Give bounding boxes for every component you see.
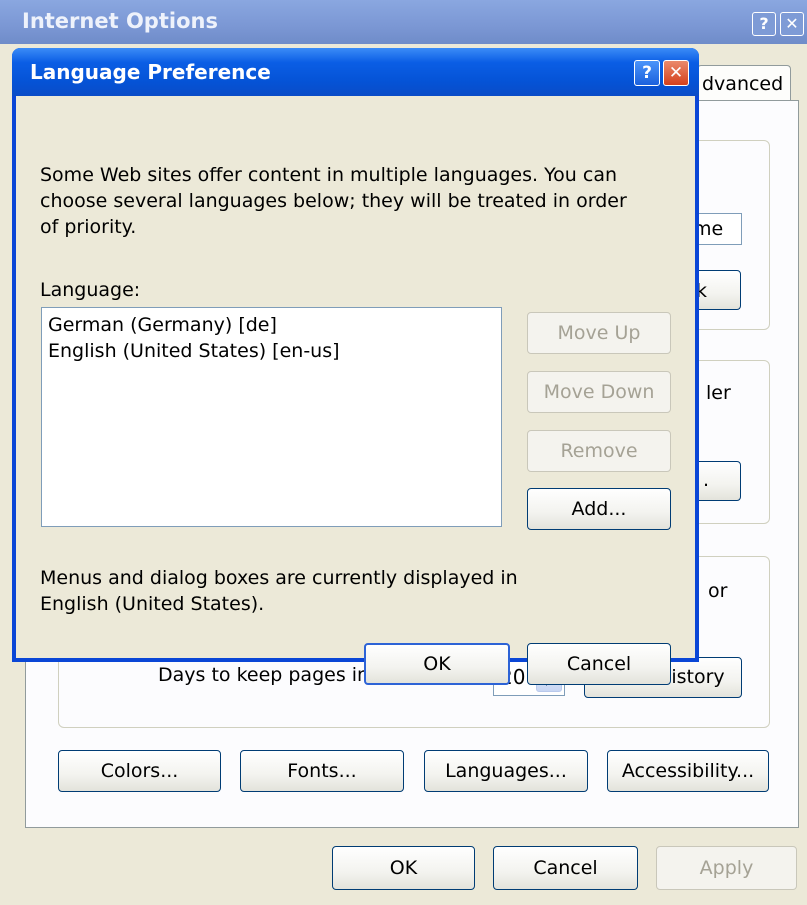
close-icon[interactable]: ✕ (780, 12, 804, 36)
colors-button[interactable]: Colors... (58, 750, 221, 792)
colors-button-label: Colors... (100, 760, 179, 782)
dialog-close-icon[interactable]: ✕ (663, 60, 689, 86)
language-label: Language: (40, 279, 141, 301)
dialog-ok-label: OK (423, 653, 451, 675)
move-up-button[interactable]: Move Up (527, 312, 671, 354)
add-label: Add... (571, 498, 627, 520)
language-preference-body: Some Web sites offer content in multiple… (16, 96, 695, 685)
dialog-ok-button[interactable]: OK (364, 643, 510, 685)
list-item[interactable]: English (United States) [en-us] (48, 340, 340, 362)
language-preference-titlebar[interactable]: Language Preference ? ✕ (12, 48, 699, 96)
fonts-button-label: Fonts... (287, 760, 357, 782)
ok-button[interactable]: OK (332, 846, 475, 890)
tab-advanced-label: dvanced (702, 73, 784, 95)
move-down-label: Move Down (543, 381, 655, 403)
language-preference-dialog: Language Preference ? ✕ Some Web sites o… (12, 48, 699, 685)
help-icon[interactable]: ? (752, 12, 776, 36)
internet-options-title: Internet Options (22, 9, 218, 33)
dialog-cancel-button[interactable]: Cancel (527, 643, 671, 685)
fonts-button[interactable]: Fonts... (240, 750, 404, 792)
cancel-button[interactable]: Cancel (493, 846, 638, 890)
dialog-cancel-label: Cancel (566, 653, 632, 675)
current-language-status: Menus and dialog boxes are currently dis… (40, 567, 518, 615)
apply-button-label: Apply (699, 857, 754, 879)
settings-button-fragment: . (703, 469, 710, 491)
apply-button[interactable]: Apply (656, 846, 797, 890)
language-preference-title: Language Preference (30, 60, 271, 84)
intro-text: Some Web sites offer content in multiple… (40, 164, 627, 238)
dialog-help-icon[interactable]: ? (634, 60, 660, 86)
languages-button[interactable]: Languages... (424, 750, 588, 792)
temp-files-text-fragment: ler (706, 382, 731, 404)
languages-button-label: Languages... (445, 760, 567, 782)
remove-button[interactable]: Remove (527, 430, 671, 472)
accessibility-button-label: Accessibility... (621, 760, 755, 782)
move-up-label: Move Up (557, 322, 641, 344)
tab-advanced[interactable]: dvanced (697, 65, 791, 102)
cancel-button-label: Cancel (533, 857, 598, 879)
ok-button-label: OK (389, 857, 418, 879)
accessibility-button[interactable]: Accessibility... (607, 750, 769, 792)
language-list[interactable]: German (Germany) [de] English (United St… (41, 307, 502, 527)
move-down-button[interactable]: Move Down (527, 371, 671, 413)
list-item[interactable]: German (Germany) [de] (48, 314, 277, 336)
add-button[interactable]: Add... (527, 488, 671, 530)
remove-label: Remove (560, 440, 638, 462)
history-text-fragment: or (708, 580, 728, 602)
internet-options-titlebar[interactable]: Internet Options ? ✕ (0, 0, 807, 44)
